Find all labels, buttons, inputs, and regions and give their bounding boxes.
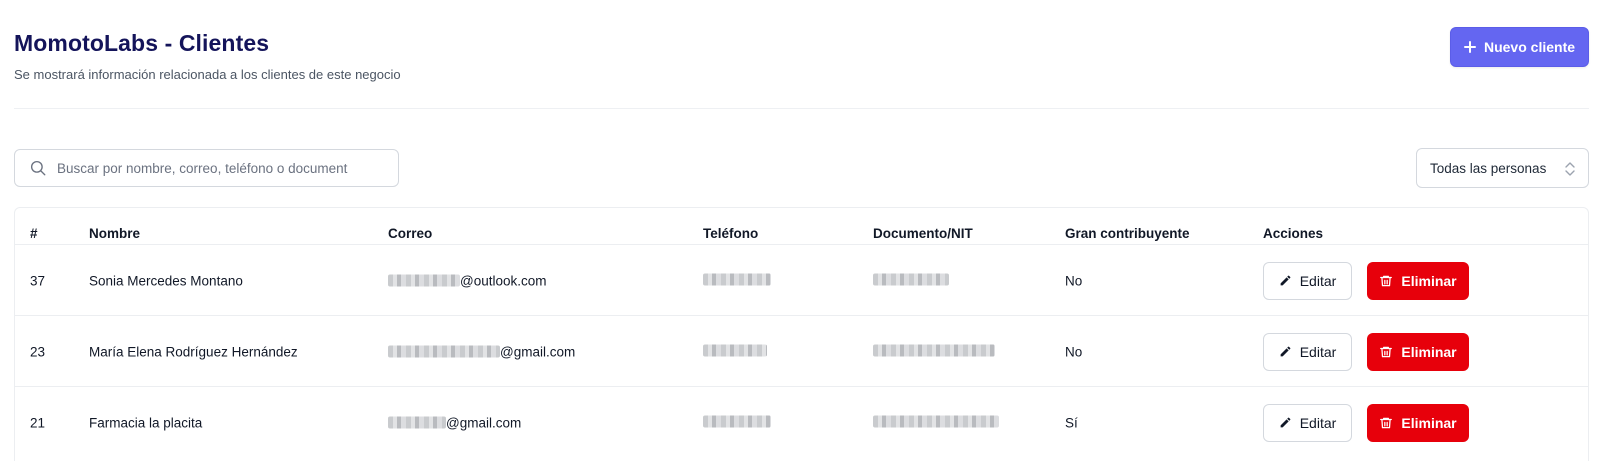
row-email: @gmail.com (388, 344, 575, 359)
delete-label: Eliminar (1401, 343, 1457, 360)
column-header-document: Documento/NIT (873, 226, 973, 241)
delete-button[interactable]: Eliminar (1367, 332, 1469, 371)
trash-icon (1380, 275, 1393, 286)
person-filter-select[interactable]: Todas las personas (1416, 148, 1589, 188)
row-email: @outlook.com (388, 273, 547, 288)
edit-button[interactable]: Editar (1263, 261, 1352, 300)
edit-button[interactable]: Editar (1263, 332, 1352, 371)
row-phone (703, 273, 771, 288)
edit-label: Editar (1299, 414, 1337, 431)
edit-label: Editar (1299, 343, 1337, 360)
row-name: Farmacia la placita (89, 415, 203, 430)
header-divider (14, 108, 1589, 109)
redacted-document (873, 415, 999, 427)
trash-icon (1380, 417, 1393, 428)
table-row: 23 María Elena Rodríguez Hernández @gmai… (15, 316, 1588, 387)
page-subtitle: Se mostrará información relacionada a lo… (14, 67, 401, 82)
plus-icon (1463, 41, 1476, 53)
row-contributor: No (1065, 273, 1083, 288)
column-header-id: # (30, 226, 38, 241)
column-header-email: Correo (388, 226, 433, 241)
row-email-domain: @gmail.com (446, 415, 522, 430)
table-row: 37 Sonia Mercedes Montano @outlook.com N… (15, 245, 1588, 316)
delete-button[interactable]: Eliminar (1367, 261, 1469, 300)
row-contributor: Sí (1065, 415, 1078, 430)
row-id: 37 (30, 273, 46, 288)
row-name: Sonia Mercedes Montano (89, 273, 243, 288)
new-client-button[interactable]: Nuevo cliente (1450, 27, 1589, 67)
row-phone (703, 415, 771, 430)
redacted-document (873, 344, 995, 356)
row-document (873, 273, 949, 288)
row-email-domain: @gmail.com (500, 344, 576, 359)
delete-label: Eliminar (1401, 414, 1457, 431)
trash-icon (1380, 346, 1393, 357)
column-header-actions: Acciones (1263, 226, 1324, 241)
row-email-domain: @outlook.com (460, 273, 547, 288)
filter-selected-value: Todas las personas (1430, 160, 1547, 176)
edit-button[interactable]: Editar (1263, 403, 1352, 442)
redacted-email-prefix (388, 345, 500, 358)
row-document (873, 415, 999, 430)
column-header-contributor: Gran contribuyente (1065, 226, 1190, 241)
redacted-email-prefix (388, 416, 446, 429)
clients-table: # Nombre Correo Teléfono Documento/NIT G… (14, 207, 1589, 461)
delete-button[interactable]: Eliminar (1367, 403, 1469, 442)
row-id: 23 (30, 344, 46, 359)
search-box[interactable] (14, 149, 399, 187)
row-document (873, 344, 995, 359)
search-icon (30, 160, 46, 176)
pencil-icon (1280, 275, 1291, 286)
table-row: 21 Farmacia la placita @gmail.com Sí Edi… (15, 387, 1588, 458)
redacted-phone (703, 344, 767, 356)
chevron-up-down-icon (1565, 162, 1575, 176)
column-header-name: Nombre (89, 226, 141, 241)
redacted-phone (703, 415, 771, 427)
row-id: 21 (30, 415, 46, 430)
redacted-email-prefix (388, 274, 460, 287)
row-contributor: No (1065, 344, 1083, 359)
search-input[interactable] (57, 160, 377, 176)
pencil-icon (1280, 346, 1291, 357)
row-phone (703, 344, 767, 359)
page-title: MomotoLabs - Clientes (14, 30, 270, 56)
redacted-phone (703, 273, 771, 285)
column-header-phone: Teléfono (703, 226, 759, 241)
redacted-document (873, 273, 949, 285)
row-name: María Elena Rodríguez Hernández (89, 344, 298, 359)
edit-label: Editar (1299, 272, 1337, 289)
row-email: @gmail.com (388, 415, 521, 430)
pencil-icon (1280, 417, 1291, 428)
delete-label: Eliminar (1401, 272, 1457, 289)
new-client-label: Nuevo cliente (1483, 39, 1576, 55)
